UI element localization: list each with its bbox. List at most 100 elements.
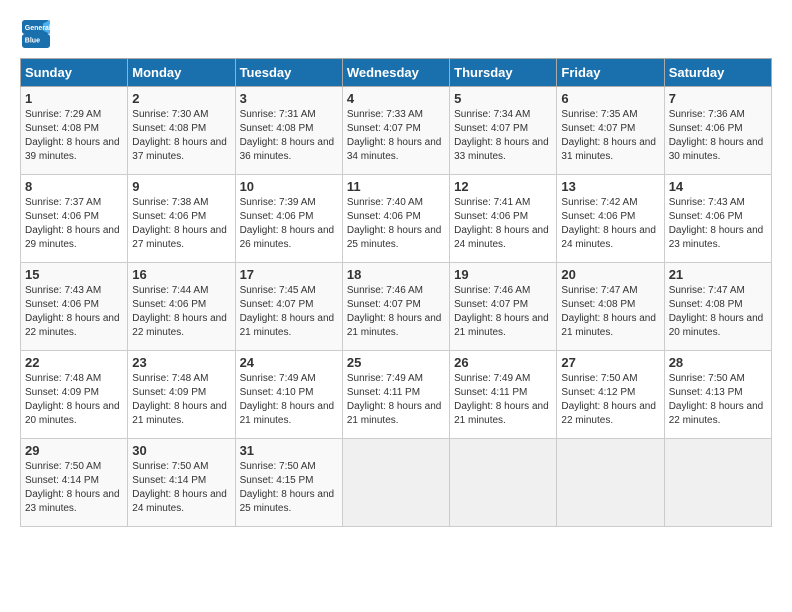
calendar-cell: 29 Sunrise: 7:50 AMSunset: 4:14 PMDayligh…: [21, 439, 128, 527]
calendar-cell: 17 Sunrise: 7:45 AMSunset: 4:07 PMDayligh…: [235, 263, 342, 351]
day-number: 21: [669, 267, 767, 282]
calendar-cell: 3 Sunrise: 7:31 AMSunset: 4:08 PMDaylight…: [235, 87, 342, 175]
day-number: 29: [25, 443, 123, 458]
svg-text:Blue: Blue: [25, 37, 40, 44]
calendar-cell: 31Sunrise: 7:50 AMSunset: 4:15 PMDayligh…: [235, 439, 342, 527]
day-info: Sunrise: 7:49 AMSunset: 4:11 PMDaylight:…: [347, 372, 445, 428]
day-number: 30: [132, 443, 230, 458]
calendar-cell: 23 Sunrise: 7:48 AMSunset: 4:09 PMDayligh…: [128, 351, 235, 439]
calendar-cell: 7 Sunrise: 7:36 AMSunset: 4:06 PMDaylight…: [664, 87, 771, 175]
day-info: Sunrise: 7:41 AMSunset: 4:06 PMDaylight:…: [454, 196, 552, 252]
calendar-cell: 4 Sunrise: 7:33 AMSunset: 4:07 PMDaylight…: [342, 87, 449, 175]
calendar-cell: 10 Sunrise: 7:39 AMSunset: 4:06 PMDayligh…: [235, 175, 342, 263]
day-number: 8: [25, 179, 123, 194]
calendar-cell: 15 Sunrise: 7:43 AMSunset: 4:06 PMDayligh…: [21, 263, 128, 351]
calendar-cell: 20 Sunrise: 7:47 AMSunset: 4:08 PMDayligh…: [557, 263, 664, 351]
day-number: 31: [240, 443, 338, 458]
day-number: 4: [347, 91, 445, 106]
calendar-cell: 30 Sunrise: 7:50 AMSunset: 4:14 PMDayligh…: [128, 439, 235, 527]
calendar-cell: 26 Sunrise: 7:49 AMSunset: 4:11 PMDayligh…: [450, 351, 557, 439]
calendar-cell: 21 Sunrise: 7:47 AMSunset: 4:08 PMDayligh…: [664, 263, 771, 351]
calendar-cell: 5Sunrise: 7:34 AMSunset: 4:07 PMDaylight…: [450, 87, 557, 175]
calendar-cell: 28 Sunrise: 7:50 AMSunset: 4:13 PMDayligh…: [664, 351, 771, 439]
day-number: 17: [240, 267, 338, 282]
calendar-cell: 11Sunrise: 7:40 AMSunset: 4:06 PMDayligh…: [342, 175, 449, 263]
day-number: 9: [132, 179, 230, 194]
day-info: Sunrise: 7:42 AMSunset: 4:06 PMDaylight:…: [561, 196, 659, 252]
day-info: Sunrise: 7:33 AMSunset: 4:07 PMDaylight:…: [347, 108, 445, 164]
day-info: Sunrise: 7:50 AMSunset: 4:12 PMDaylight:…: [561, 372, 659, 428]
calendar-cell: 24 Sunrise: 7:49 AMSunset: 4:10 PMDayligh…: [235, 351, 342, 439]
calendar-cell: 2 Sunrise: 7:30 AMSunset: 4:08 PMDaylight…: [128, 87, 235, 175]
weekday-header-wednesday: Wednesday: [342, 59, 449, 87]
calendar-cell: 27Sunrise: 7:50 AMSunset: 4:12 PMDayligh…: [557, 351, 664, 439]
day-info: Sunrise: 7:44 AMSunset: 4:06 PMDaylight:…: [132, 284, 230, 340]
calendar-cell: [342, 439, 449, 527]
day-info: Sunrise: 7:47 AMSunset: 4:08 PMDaylight:…: [669, 284, 767, 340]
weekday-header-friday: Friday: [557, 59, 664, 87]
day-info: Sunrise: 7:49 AMSunset: 4:11 PMDaylight:…: [454, 372, 552, 428]
day-info: Sunrise: 7:45 AMSunset: 4:07 PMDaylight:…: [240, 284, 338, 340]
day-number: 16: [132, 267, 230, 282]
day-info: Sunrise: 7:31 AMSunset: 4:08 PMDaylight:…: [240, 108, 338, 164]
day-number: 22: [25, 355, 123, 370]
calendar-cell: 18 Sunrise: 7:46 AMSunset: 4:07 PMDayligh…: [342, 263, 449, 351]
day-number: 2: [132, 91, 230, 106]
day-info: Sunrise: 7:35 AMSunset: 4:07 PMDaylight:…: [561, 108, 659, 164]
day-info: Sunrise: 7:46 AMSunset: 4:07 PMDaylight:…: [347, 284, 445, 340]
calendar-cell: 22 Sunrise: 7:48 AMSunset: 4:09 PMDayligh…: [21, 351, 128, 439]
day-info: Sunrise: 7:47 AMSunset: 4:08 PMDaylight:…: [561, 284, 659, 340]
calendar-cell: 8 Sunrise: 7:37 AMSunset: 4:06 PMDaylight…: [21, 175, 128, 263]
day-info: Sunrise: 7:50 AMSunset: 4:14 PMDaylight:…: [132, 460, 230, 516]
day-number: 19: [454, 267, 552, 282]
weekday-header-saturday: Saturday: [664, 59, 771, 87]
day-info: Sunrise: 7:50 AMSunset: 4:13 PMDaylight:…: [669, 372, 767, 428]
day-number: 18: [347, 267, 445, 282]
day-number: 12: [454, 179, 552, 194]
weekday-header-sunday: Sunday: [21, 59, 128, 87]
svg-text:General: General: [25, 25, 50, 32]
header: General Blue: [20, 20, 772, 48]
day-info: Sunrise: 7:50 AMSunset: 4:14 PMDaylight:…: [25, 460, 123, 516]
weekday-header-monday: Monday: [128, 59, 235, 87]
weekday-header-tuesday: Tuesday: [235, 59, 342, 87]
calendar-cell: 14 Sunrise: 7:43 AMSunset: 4:06 PMDayligh…: [664, 175, 771, 263]
day-number: 14: [669, 179, 767, 194]
calendar-table: SundayMondayTuesdayWednesdayThursdayFrid…: [20, 58, 772, 527]
day-number: 13: [561, 179, 659, 194]
day-number: 23: [132, 355, 230, 370]
day-number: 7: [669, 91, 767, 106]
calendar-cell: 6 Sunrise: 7:35 AMSunset: 4:07 PMDaylight…: [557, 87, 664, 175]
day-info: Sunrise: 7:48 AMSunset: 4:09 PMDaylight:…: [25, 372, 123, 428]
day-info: Sunrise: 7:49 AMSunset: 4:10 PMDaylight:…: [240, 372, 338, 428]
day-number: 6: [561, 91, 659, 106]
day-number: 15: [25, 267, 123, 282]
day-number: 28: [669, 355, 767, 370]
day-info: Sunrise: 7:29 AMSunset: 4:08 PMDaylight:…: [25, 108, 123, 164]
day-number: 10: [240, 179, 338, 194]
day-number: 24: [240, 355, 338, 370]
calendar-cell: 16 Sunrise: 7:44 AMSunset: 4:06 PMDayligh…: [128, 263, 235, 351]
weekday-header-thursday: Thursday: [450, 59, 557, 87]
day-number: 20: [561, 267, 659, 282]
calendar-cell: [557, 439, 664, 527]
logo: General Blue: [20, 20, 50, 48]
day-info: Sunrise: 7:30 AMSunset: 4:08 PMDaylight:…: [132, 108, 230, 164]
calendar-cell: [664, 439, 771, 527]
day-info: Sunrise: 7:46 AMSunset: 4:07 PMDaylight:…: [454, 284, 552, 340]
day-info: Sunrise: 7:43 AMSunset: 4:06 PMDaylight:…: [25, 284, 123, 340]
day-number: 25: [347, 355, 445, 370]
day-number: 11: [347, 179, 445, 194]
day-info: Sunrise: 7:37 AMSunset: 4:06 PMDaylight:…: [25, 196, 123, 252]
day-number: 1: [25, 91, 123, 106]
day-info: Sunrise: 7:43 AMSunset: 4:06 PMDaylight:…: [669, 196, 767, 252]
day-info: Sunrise: 7:38 AMSunset: 4:06 PMDaylight:…: [132, 196, 230, 252]
calendar-cell: [450, 439, 557, 527]
day-info: Sunrise: 7:39 AMSunset: 4:06 PMDaylight:…: [240, 196, 338, 252]
day-number: 3: [240, 91, 338, 106]
calendar-cell: 25 Sunrise: 7:49 AMSunset: 4:11 PMDayligh…: [342, 351, 449, 439]
calendar-cell: 12 Sunrise: 7:41 AMSunset: 4:06 PMDayligh…: [450, 175, 557, 263]
day-number: 26: [454, 355, 552, 370]
day-info: Sunrise: 7:48 AMSunset: 4:09 PMDaylight:…: [132, 372, 230, 428]
day-info: Sunrise: 7:36 AMSunset: 4:06 PMDaylight:…: [669, 108, 767, 164]
